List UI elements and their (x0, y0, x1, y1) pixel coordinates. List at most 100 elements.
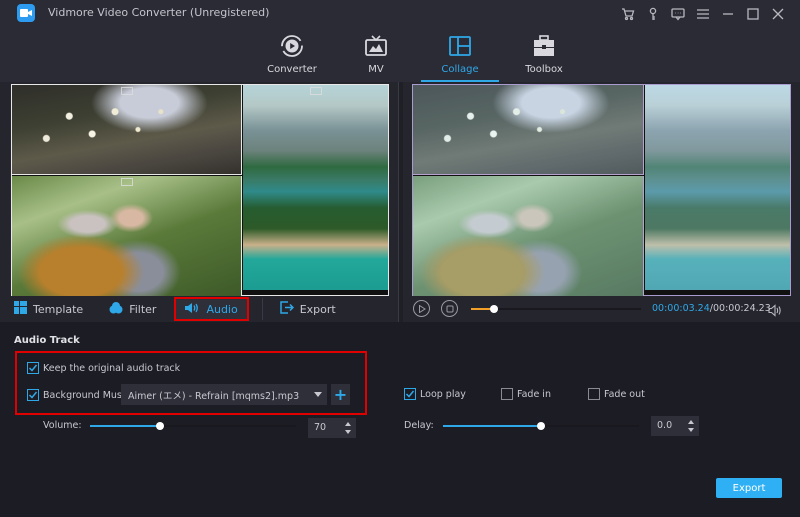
replace-media-icon[interactable] (309, 87, 322, 95)
checkbox-checked[interactable] (27, 389, 39, 401)
volume-label: Volume: (43, 420, 82, 431)
checkbox-checked[interactable] (404, 388, 416, 400)
slider-handle[interactable] (537, 422, 545, 430)
main-nav: Converter MV Collage Toolbox (250, 34, 586, 82)
delay-label: Delay: (404, 420, 434, 431)
collage-cell-lake[interactable] (243, 85, 388, 290)
nav-label: Toolbox (525, 64, 563, 75)
play-button[interactable] (413, 300, 430, 317)
collage-icon (448, 34, 472, 58)
chevron-down-icon (314, 392, 322, 397)
background-music-select[interactable]: Aimer (エメ) - Refrain [mqms2].mp3 (121, 384, 327, 405)
editor-tabs: Template Filter Audio Export (0, 296, 398, 322)
app-window: Vidmore Video Converter (Unregistered) C… (0, 0, 800, 517)
fade-out-checkbox[interactable]: Fade out (588, 388, 645, 400)
title-bar: Vidmore Video Converter (Unregistered) C… (0, 0, 800, 82)
converter-icon (280, 34, 304, 58)
preview-cell-flowers (413, 85, 644, 175)
window-controls (615, 3, 790, 25)
collage-layout (11, 84, 389, 296)
slider-fill (443, 425, 541, 427)
playback-progress[interactable] (471, 305, 641, 313)
checkbox-label: Keep the original audio track (43, 362, 181, 374)
checkbox-checked[interactable] (27, 362, 39, 374)
export-icon (279, 301, 294, 317)
toolbox-icon (532, 34, 556, 58)
fade-in-checkbox[interactable]: Fade in (501, 388, 551, 400)
filter-icon (109, 301, 123, 317)
time-display: 00:00:03.24/00:00:24.23 (652, 303, 771, 314)
close-icon[interactable] (765, 3, 790, 25)
checkbox-unchecked[interactable] (588, 388, 600, 400)
tab-filter[interactable]: Filter (100, 298, 165, 320)
tab-label: Template (33, 302, 84, 316)
template-icon (14, 301, 27, 317)
selected-music: Aimer (エメ) - Refrain [mqms2].mp3 (128, 391, 300, 402)
stop-button[interactable] (441, 300, 458, 317)
tab-label: Export (299, 302, 336, 316)
nav-label: Collage (441, 64, 479, 75)
tab-label: Filter (129, 302, 157, 316)
slider-fill (90, 425, 161, 427)
total-time: /00:00:24.23 (709, 303, 771, 314)
collage-editor (0, 82, 398, 296)
spin-down-icon[interactable] (688, 428, 694, 432)
tab-audio[interactable]: Audio (174, 297, 249, 321)
nav-collage[interactable]: Collage (418, 34, 502, 82)
preview-collage (412, 84, 791, 296)
replace-media-icon[interactable] (120, 87, 133, 95)
checkbox-label: Loop play (420, 388, 466, 400)
audio-settings: Audio Track Keep the original audio trac… (0, 322, 800, 517)
section-title: Audio Track (14, 335, 80, 346)
delay-slider[interactable] (443, 422, 639, 430)
nav-label: Converter (267, 64, 317, 75)
preview-cell-lake (645, 85, 790, 290)
volume-input[interactable]: 70 (308, 418, 356, 438)
delay-input[interactable]: 0.0 (651, 416, 699, 436)
nav-toolbox[interactable]: Toolbox (502, 34, 586, 82)
spin-down-icon[interactable] (345, 430, 351, 434)
preview-cell-couple (413, 176, 644, 296)
collage-cell-couple[interactable] (12, 176, 242, 296)
tab-export[interactable]: Export (271, 298, 345, 320)
nav-label: MV (368, 64, 384, 75)
key-icon[interactable] (640, 3, 665, 25)
checkbox-label: Background Music (43, 389, 130, 401)
spin-up-icon[interactable] (345, 422, 351, 426)
app-logo-icon (17, 4, 35, 22)
checkbox-label: Fade in (517, 388, 551, 400)
tab-label: Audio (206, 302, 238, 316)
cart-icon[interactable] (615, 3, 640, 25)
progress-handle[interactable] (489, 305, 498, 313)
feedback-icon[interactable] (665, 3, 690, 25)
tab-template[interactable]: Template (5, 298, 92, 320)
minimize-icon[interactable] (715, 3, 740, 25)
mv-icon (364, 34, 388, 58)
highlight-box (15, 351, 367, 415)
loop-play-checkbox[interactable]: Loop play (404, 388, 466, 400)
current-time: 00:00:03.24 (652, 303, 710, 314)
spin-value: 0.0 (657, 420, 673, 431)
checkbox-label: Fade out (604, 388, 645, 400)
maximize-icon[interactable] (740, 3, 765, 25)
volume-slider[interactable] (90, 422, 296, 430)
keep-original-checkbox[interactable]: Keep the original audio track (27, 362, 180, 374)
player-controls: 00:00:03.24/00:00:24.23 (403, 296, 800, 322)
menu-icon[interactable] (690, 3, 715, 25)
slider-handle[interactable] (156, 422, 165, 430)
collage-cell-flowers[interactable] (12, 85, 242, 175)
nav-converter[interactable]: Converter (250, 34, 334, 82)
export-button[interactable]: Export (716, 478, 782, 498)
checkbox-unchecked[interactable] (501, 388, 513, 400)
window-title: Vidmore Video Converter (Unregistered) (48, 6, 270, 19)
replace-media-icon[interactable] (120, 178, 133, 186)
spin-value: 70 (314, 422, 327, 433)
audio-icon (185, 302, 200, 317)
background-music-checkbox[interactable]: Background Music (27, 389, 130, 401)
add-music-button[interactable]: + (331, 384, 350, 405)
preview-panel (403, 82, 800, 296)
nav-mv[interactable]: MV (334, 34, 418, 82)
tab-separator (261, 298, 263, 320)
spin-up-icon[interactable] (688, 420, 694, 424)
volume-icon[interactable] (768, 302, 783, 321)
